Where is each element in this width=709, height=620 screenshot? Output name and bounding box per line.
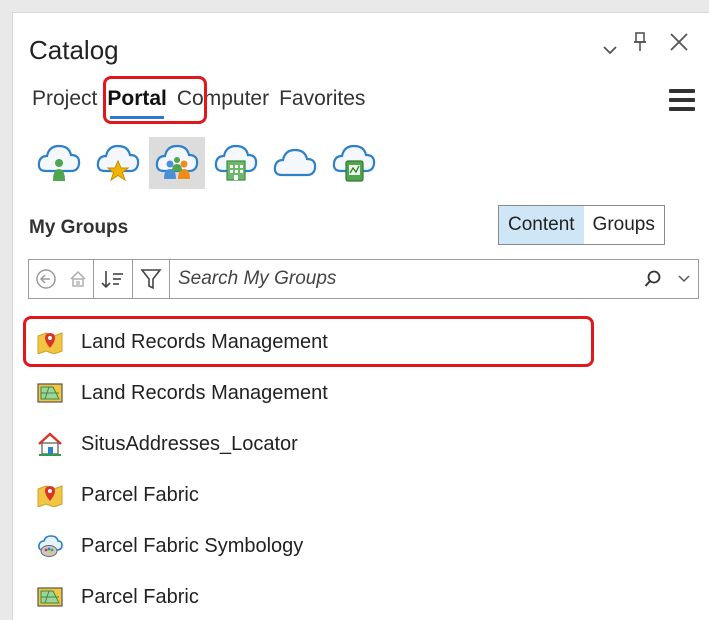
close-icon[interactable]	[669, 32, 689, 58]
my-favorites-cloud-icon[interactable]	[90, 137, 146, 189]
locator-house-icon	[37, 431, 63, 457]
map-package-icon	[37, 584, 63, 610]
catalog-tabs: Project Portal Computer Favorites	[27, 85, 370, 119]
search-icon[interactable]	[636, 260, 670, 298]
groups-toggle-button[interactable]: Groups	[584, 206, 664, 244]
list-item[interactable]: Land Records Management	[27, 370, 607, 416]
tab-project[interactable]: Project	[27, 85, 102, 119]
living-atlas-cloud-icon[interactable]	[326, 137, 382, 189]
pane-title: Catalog	[29, 35, 119, 65]
item-label: Parcel Fabric Symbology	[81, 534, 304, 557]
map-pin-folder-icon	[37, 482, 63, 508]
catalog-pane: Catalog Project Portal Computer Favorite…	[12, 12, 709, 620]
section-label: My Groups	[29, 217, 129, 238]
list-item[interactable]: Parcel Fabric Symbology	[27, 523, 607, 569]
item-label: Land Records Management	[81, 381, 328, 404]
tab-portal[interactable]: Portal	[102, 85, 172, 119]
filter-icon[interactable]	[133, 260, 169, 298]
browse-toolbar	[28, 259, 699, 299]
portal-view-toolbar	[31, 137, 385, 189]
back-arrow-icon[interactable]	[29, 260, 63, 298]
list-item[interactable]: SitusAddresses_Locator	[27, 421, 607, 467]
my-groups-cloud-icon[interactable]	[149, 137, 205, 189]
item-label: Parcel Fabric	[81, 483, 199, 506]
sort-icon[interactable]	[94, 260, 132, 298]
hamburger-menu-icon[interactable]	[669, 89, 695, 113]
my-content-cloud-icon[interactable]	[31, 137, 87, 189]
item-label: Parcel Fabric	[81, 585, 199, 608]
options-dropdown-icon[interactable]	[603, 35, 617, 61]
pin-icon[interactable]	[633, 31, 647, 59]
item-label: SitusAddresses_Locator	[81, 432, 298, 455]
search-input[interactable]	[170, 261, 636, 297]
list-item[interactable]: Land Records Management	[27, 319, 607, 365]
content-groups-toggle: Content Groups	[498, 205, 665, 245]
map-package-icon	[37, 380, 63, 406]
item-label: Land Records Management	[81, 330, 328, 353]
my-organization-cloud-icon[interactable]	[208, 137, 264, 189]
list-item[interactable]: Parcel Fabric	[27, 574, 607, 620]
chevron-down-icon[interactable]	[670, 260, 698, 298]
map-pin-folder-icon	[37, 329, 63, 355]
style-palette-icon	[37, 533, 63, 559]
tab-favorites[interactable]: Favorites	[274, 85, 370, 119]
list-item[interactable]: Parcel Fabric	[27, 472, 607, 518]
arcgis-online-cloud-icon[interactable]	[267, 137, 323, 189]
tab-computer[interactable]: Computer	[172, 85, 274, 119]
home-icon[interactable]	[63, 260, 93, 298]
content-toggle-button[interactable]: Content	[499, 206, 584, 244]
